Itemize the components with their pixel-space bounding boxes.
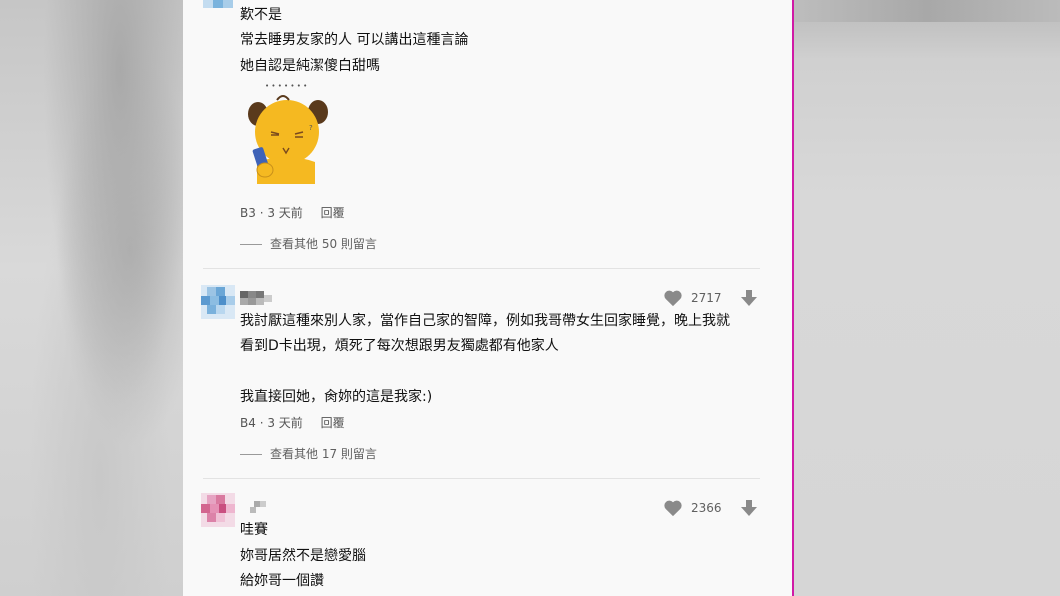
svg-text:?: ? — [309, 124, 313, 132]
timestamp: 3 天前 — [267, 416, 303, 430]
divider-dash — [240, 243, 262, 245]
heart-icon — [664, 290, 682, 307]
like-count[interactable]: 2366 — [663, 499, 722, 517]
arrow-down-icon[interactable] — [740, 289, 758, 311]
reply-button[interactable]: 回覆 — [321, 416, 345, 430]
comment-text-line: 給妳哥一個讚 — [240, 573, 324, 589]
meta-separator: · — [259, 416, 264, 430]
view-more-replies-link[interactable]: 查看其他 50 則留言 — [240, 236, 377, 252]
divider-dash — [240, 453, 262, 455]
avatar[interactable] — [203, 0, 233, 8]
comment-text-line: 妳哥居然不是戀愛腦 — [240, 548, 366, 564]
like-count-value: 2366 — [691, 501, 722, 515]
heart-icon — [664, 500, 682, 517]
blurred-background-left — [0, 0, 183, 596]
comment-text-line: 歎不是 — [240, 7, 282, 23]
view-more-replies-label: 查看其他 50 則留言 — [270, 237, 377, 251]
view-more-replies-link[interactable]: 查看其他 17 則留言 — [240, 446, 377, 462]
comment-text-line: 常去睡男友家的人 可以講出這種言論 — [240, 32, 469, 48]
comment-divider — [203, 478, 760, 479]
comments-panel: 歎不是 常去睡男友家的人 可以講出這種言論 她自認是純潔傻白甜嗎 • • • •… — [183, 0, 792, 596]
comment-text-line: 我討厭這種來別人家，當作自己家的智障，例如我哥帶女生回家睡覺，晚上我就 — [240, 313, 730, 329]
comment-text-line: 哇賽 — [240, 522, 268, 538]
sticker-image: • • • • • • • ? — [243, 82, 333, 188]
floor-label: B4 — [240, 416, 256, 430]
view-more-replies-label: 查看其他 17 則留言 — [270, 447, 377, 461]
timestamp: 3 天前 — [267, 206, 303, 220]
comment-text-line: 看到D卡出現，煩死了每次想跟男友獨處都有他家人 — [240, 338, 559, 354]
avatar[interactable] — [201, 493, 235, 527]
comment-text-line: 我直接回她，肏妳的這是我家:) — [240, 389, 433, 405]
comment-divider — [203, 268, 760, 269]
username-redacted[interactable] — [240, 290, 280, 305]
username-redacted[interactable] — [240, 500, 274, 514]
comment-meta: B4 · 3 天前 回覆 — [240, 415, 345, 431]
like-count[interactable]: 2717 — [663, 289, 722, 307]
blurred-background-right — [794, 0, 1060, 596]
like-count-value: 2717 — [691, 291, 722, 305]
arrow-down-icon[interactable] — [740, 499, 758, 521]
comment-text-line: 她自認是純潔傻白甜嗎 — [240, 58, 380, 74]
meta-separator: · — [259, 206, 264, 220]
floor-label: B3 — [240, 206, 256, 220]
avatar[interactable] — [201, 285, 235, 319]
reply-button[interactable]: 回覆 — [321, 206, 345, 220]
frame-border — [792, 0, 794, 596]
comment-meta: B3 · 3 天前 回覆 — [240, 205, 345, 221]
